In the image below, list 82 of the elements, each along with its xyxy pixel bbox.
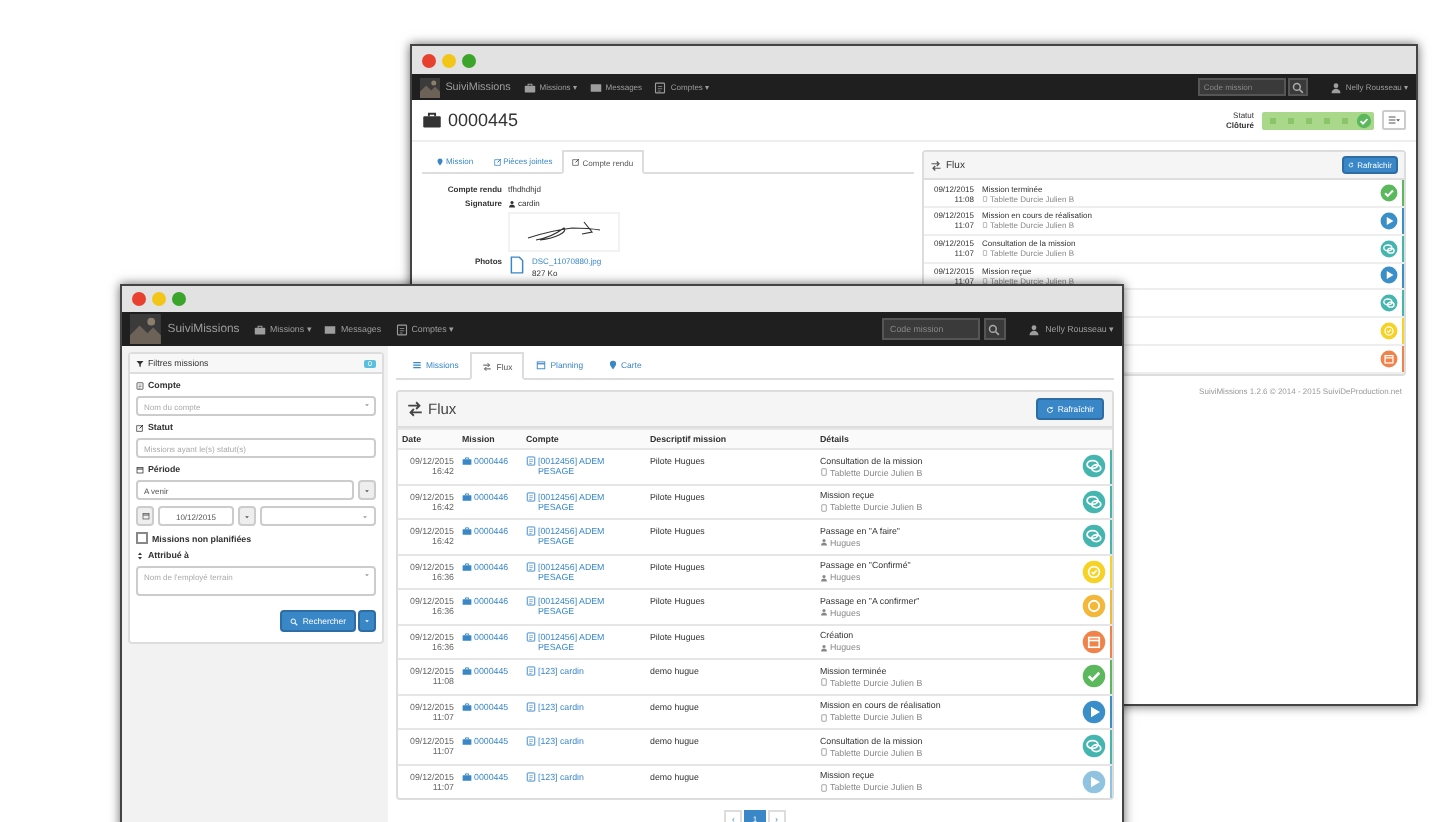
user-icon <box>820 538 828 547</box>
maximize-button[interactable] <box>462 53 476 67</box>
briefcase-icon <box>462 631 472 642</box>
refresh-icon <box>1045 405 1054 414</box>
list-icon <box>412 360 422 371</box>
briefcase-icon <box>462 701 472 712</box>
tablet-icon <box>982 277 988 284</box>
swap-arrows-icon <box>406 400 424 419</box>
search-icon <box>988 323 1001 336</box>
refresh-icon <box>1347 162 1354 169</box>
menu-button[interactable] <box>1382 110 1406 131</box>
calendar-icon <box>536 360 547 371</box>
menu-icon <box>1388 114 1400 127</box>
logo-icon <box>130 313 162 345</box>
id-card-icon <box>526 771 536 782</box>
tablet-icon <box>820 503 828 512</box>
user-icon <box>820 608 828 617</box>
briefcase-icon <box>253 323 266 336</box>
tablet-icon <box>820 678 828 687</box>
end-date-field[interactable] <box>260 506 376 527</box>
minimize-button[interactable] <box>152 292 166 306</box>
briefcase-icon <box>462 491 472 502</box>
calendar-button[interactable] <box>136 506 154 527</box>
id-card-icon <box>526 526 536 537</box>
briefcase-icon <box>462 666 472 677</box>
swap-arrows-icon <box>482 361 493 372</box>
edit-icon <box>493 157 502 166</box>
tablet-icon <box>982 222 988 229</box>
user-icon <box>820 643 828 652</box>
id-card-icon <box>395 323 408 336</box>
close-button[interactable] <box>132 292 146 306</box>
tablet-icon <box>820 783 828 792</box>
id-card-icon <box>654 81 667 94</box>
id-card-icon <box>526 491 536 502</box>
dropdown-button[interactable] <box>358 610 376 633</box>
edit-icon <box>136 423 144 432</box>
map-pin-icon <box>436 157 444 166</box>
tablet-icon <box>820 713 828 722</box>
id-card-icon <box>526 736 536 747</box>
file-icon <box>508 256 526 275</box>
status-steps-drawing[interactable] <box>1262 111 1374 130</box>
id-card-icon <box>526 666 536 677</box>
map-pin-icon <box>607 360 618 371</box>
id-card-icon <box>526 596 536 607</box>
maximize-button[interactable] <box>172 292 186 306</box>
minimize-button[interactable] <box>442 53 456 67</box>
briefcase-icon <box>462 771 472 782</box>
filter-icon <box>136 359 144 368</box>
close-button[interactable] <box>422 53 436 67</box>
tablet-icon <box>982 195 988 202</box>
briefcase-icon <box>462 526 472 537</box>
search-button[interactable] <box>983 318 1007 340</box>
search-button[interactable] <box>1288 77 1309 97</box>
checkbox[interactable] <box>136 532 148 545</box>
briefcase-icon <box>462 596 472 607</box>
briefcase-icon <box>422 110 442 131</box>
calendar-icon <box>141 512 149 521</box>
logo-icon <box>420 77 440 98</box>
id-card-icon <box>526 631 536 642</box>
briefcase-icon <box>523 81 536 94</box>
id-card-icon <box>526 701 536 712</box>
swap-arrows-icon <box>930 159 942 172</box>
calendar-icon <box>136 465 144 474</box>
id-card-icon <box>526 456 536 467</box>
briefcase-icon <box>462 736 472 747</box>
tablet-icon <box>820 748 828 757</box>
user-icon <box>1329 81 1342 94</box>
briefcase-icon <box>462 561 472 572</box>
briefcase-icon <box>462 456 472 467</box>
tablet-icon <box>982 250 988 257</box>
id-card-icon <box>136 381 144 390</box>
tablet-icon <box>820 468 828 477</box>
signature-drawing <box>524 220 604 245</box>
search-icon <box>1292 81 1305 94</box>
date-dropdown-button[interactable] <box>238 506 256 527</box>
edit-icon <box>572 158 581 167</box>
page-title: 0000445 <box>448 110 519 131</box>
user-icon <box>508 199 516 208</box>
user-icon <box>820 573 828 582</box>
search-icon <box>290 617 299 626</box>
id-card-icon <box>526 561 536 572</box>
user-icon <box>1028 323 1041 336</box>
